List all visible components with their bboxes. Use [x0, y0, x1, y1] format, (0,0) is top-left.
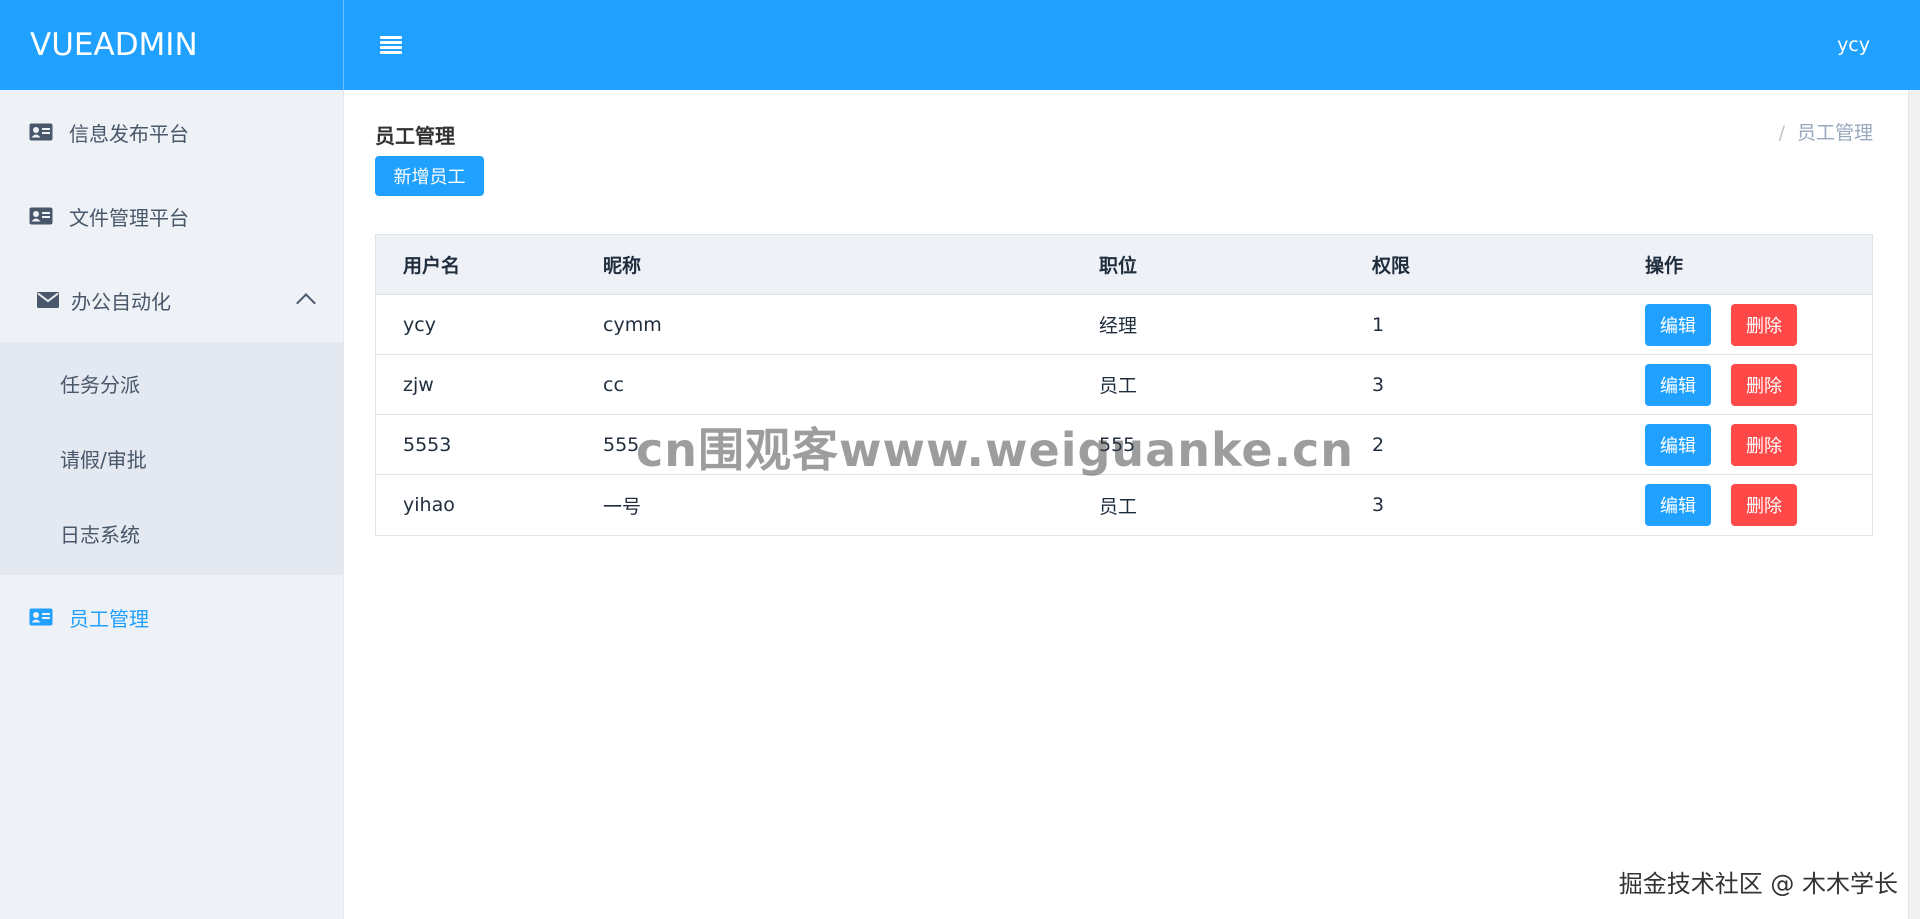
column-header-nickname: 昵称	[603, 255, 642, 277]
sidebar-item-label: 信息发布平台	[69, 121, 189, 146]
sidebar-item-label: 员工管理	[69, 606, 149, 631]
column-header-username: 用户名	[403, 255, 461, 277]
sidebar-item-file-manage[interactable]: 文件管理平台	[0, 174, 343, 258]
sidebar-item-info-publish[interactable]: 信息发布平台	[0, 90, 343, 174]
watermark-overlay: cn围观客www.weiguanke.cn	[636, 423, 1355, 477]
id-card-icon	[29, 207, 53, 225]
add-employee-button[interactable]: 新增员工	[375, 156, 484, 196]
column-header-actions: 操作	[1645, 255, 1684, 277]
breadcrumb-item[interactable]: 员工管理	[1797, 122, 1873, 144]
id-card-icon	[29, 608, 53, 626]
cell-username: 5553	[403, 433, 452, 456]
chevron-up-icon	[296, 293, 316, 313]
sidebar-subitem-task-assign[interactable]: 任务分派	[0, 346, 343, 421]
page-scrollbar[interactable]	[1908, 90, 1920, 919]
cell-actions: 编辑 删除	[1645, 484, 1872, 526]
submenu-office-automation: 任务分派 请假/审批 日志系统	[0, 342, 343, 575]
edit-button[interactable]: 编辑	[1645, 303, 1711, 346]
cell-permission: 2	[1372, 433, 1385, 456]
sidebar-item-office-automation[interactable]: 办公自动化	[0, 258, 343, 342]
header: ycy	[344, 0, 1920, 90]
cell-nickname: 一号	[603, 495, 642, 518]
cell-permission: 1	[1372, 313, 1385, 336]
sidebar-item-label: 办公自动化	[71, 289, 171, 314]
delete-button[interactable]: 删除	[1731, 363, 1797, 406]
edit-button[interactable]: 编辑	[1645, 423, 1711, 466]
cell-username: yihao	[403, 494, 455, 516]
sidebar-subitem-leave-approval[interactable]: 请假/审批	[0, 421, 343, 496]
sidebar-subitem-log-system[interactable]: 日志系统	[0, 496, 343, 571]
table-row: ycy cymm 经理 1 编辑 删除	[376, 295, 1872, 355]
source-watermark: 掘金技术社区 @ 木木学长	[1618, 870, 1898, 898]
cell-username: zjw	[403, 373, 434, 396]
cell-actions: 编辑 删除	[1645, 423, 1872, 466]
cell-position: 员工	[1099, 375, 1138, 397]
menu-toggle-icon[interactable]	[380, 36, 402, 54]
cell-nickname: cymm	[603, 313, 662, 336]
delete-button[interactable]: 删除	[1731, 484, 1797, 526]
sidebar: 信息发布平台 文件管理平台 办公自动化 任务分派 请假/审批 日志系统 员工管理	[0, 90, 344, 919]
employee-table: 用户名 昵称 职位 权限 操作 ycy cymm 经理 1 编辑 删除 zjw …	[375, 234, 1873, 536]
cell-username: ycy	[403, 313, 436, 336]
cell-position: 经理	[1099, 315, 1138, 337]
table-row: yihao 一号 员工 3 编辑 删除	[376, 475, 1872, 535]
cell-actions: 编辑 删除	[1645, 363, 1872, 406]
cell-permission: 3	[1372, 494, 1385, 516]
breadcrumb-separator: /	[1778, 122, 1785, 144]
column-header-permission: 权限	[1372, 255, 1411, 277]
user-menu[interactable]: ycy	[1837, 34, 1870, 56]
table-header-row: 用户名 昵称 职位 权限 操作	[376, 235, 1872, 295]
column-header-position: 职位	[1099, 255, 1138, 277]
cell-permission: 3	[1372, 373, 1385, 396]
cell-actions: 编辑 删除	[1645, 303, 1872, 346]
envelope-icon	[37, 292, 59, 308]
edit-button[interactable]: 编辑	[1645, 363, 1711, 406]
sidebar-item-label: 文件管理平台	[69, 205, 189, 230]
top-bar: VUEADMIN ycy	[0, 0, 1920, 90]
cell-nickname: cc	[603, 373, 624, 396]
id-card-icon	[29, 123, 53, 141]
delete-button[interactable]: 删除	[1731, 423, 1797, 466]
sidebar-item-employee-manage[interactable]: 员工管理	[0, 575, 343, 659]
edit-button[interactable]: 编辑	[1645, 484, 1711, 526]
page-title: 员工管理	[375, 124, 455, 148]
cell-position: 员工	[1099, 495, 1138, 518]
breadcrumb: / 员工管理	[1779, 118, 1873, 145]
table-row: zjw cc 员工 3 编辑 删除	[376, 355, 1872, 415]
app-logo: VUEADMIN	[0, 0, 344, 90]
delete-button[interactable]: 删除	[1731, 303, 1797, 346]
